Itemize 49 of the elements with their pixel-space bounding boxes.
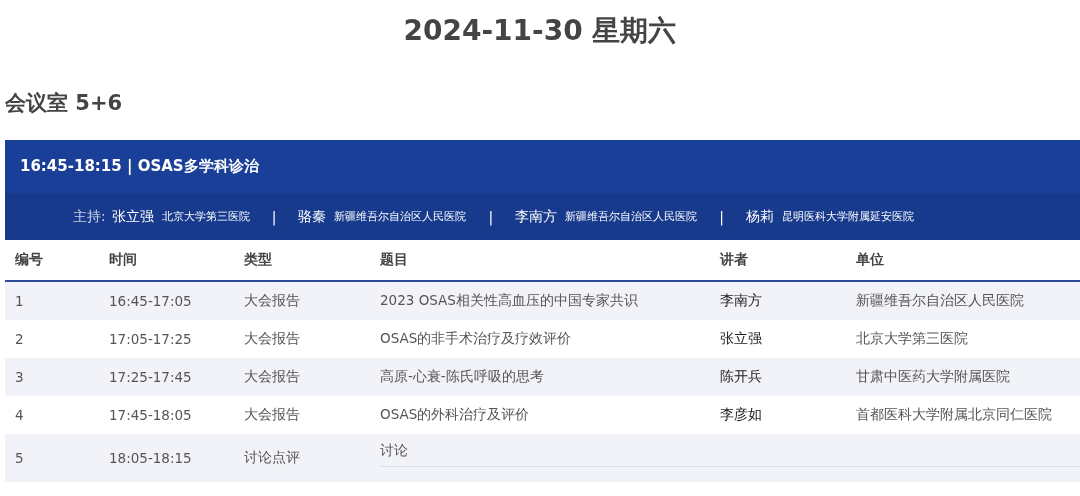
session-title: 16:45-18:15 | OSAS多学科诊治	[20, 157, 259, 176]
unit-cell-text: 新疆维吾尔自治区人民医院	[855, 292, 1025, 310]
separator: |	[271, 208, 277, 225]
time-cell-text: 17:25-17:45	[108, 369, 193, 385]
time-cell-text: 17:45-18:05	[108, 407, 193, 423]
number-cell-text: 3	[14, 369, 25, 385]
type-cell-text: 大会报告	[243, 368, 301, 386]
discussion-cell: 讨论	[380, 442, 1080, 467]
type-cell-text: 讨论点评	[243, 449, 301, 467]
column-header: 编号	[14, 251, 44, 269]
room-title: 会议室 5+6	[5, 90, 124, 117]
host-name: 骆秦	[298, 207, 327, 226]
column-header: 单位	[855, 251, 885, 269]
type-cell-text: 大会报告	[243, 292, 301, 310]
number-cell-text: 1	[14, 293, 25, 309]
host-name: 杨莉	[745, 207, 774, 226]
type-cell-text: 大会报告	[243, 406, 301, 424]
host-label: 主持:	[73, 207, 106, 226]
speaker-cell-text: 李南方	[719, 292, 763, 310]
time-cell-text: 16:45-17:05	[108, 293, 193, 309]
column-header: 讲者	[719, 251, 749, 269]
topic-cell-text: 高原-心衰-陈氏呼吸的思考	[379, 368, 545, 386]
time-cell-text: 18:05-18:15	[108, 450, 193, 466]
unit-cell-text: 北京大学第三医院	[855, 330, 969, 348]
topic-cell-text: 2023 OSAS相关性高血压的中国专家共识	[379, 292, 639, 310]
column-header: 类型	[243, 251, 273, 269]
column-header: 题目	[379, 251, 409, 269]
host-unit: 新疆维吾尔自治区人民医院	[334, 209, 467, 224]
unit-cell-text: 首都医科大学附属北京同仁医院	[855, 406, 1053, 424]
host-unit: 新疆维吾尔自治区人民医院	[565, 209, 698, 224]
host-unit: 昆明医科大学附属延安医院	[781, 209, 914, 224]
host-unit: 北京大学第三医院	[161, 209, 250, 224]
number-cell-text: 5	[14, 450, 25, 466]
date-title: 2024-11-30 星期六	[402, 13, 678, 49]
number-cell-text: 4	[14, 407, 25, 423]
speaker-cell-text: 李彦如	[719, 406, 763, 424]
host-name: 李南方	[515, 207, 558, 226]
topic-cell-text: OSAS的外科治疗及评价	[379, 406, 531, 424]
time-cell-text: 17:05-17:25	[108, 331, 193, 347]
host-name: 张立强	[111, 207, 154, 226]
separator: |	[488, 208, 494, 225]
number-cell-text: 2	[14, 331, 25, 347]
unit-cell-text: 甘肃中医药大学附属医院	[855, 368, 1011, 386]
speaker-cell-text: 陈开兵	[719, 368, 763, 386]
column-header: 时间	[108, 251, 138, 269]
type-cell-text: 大会报告	[243, 330, 301, 348]
separator: |	[719, 208, 724, 225]
speaker-cell-text: 张立强	[719, 330, 763, 348]
topic-cell-text: OSAS的非手术治疗及疗效评价	[379, 330, 573, 348]
